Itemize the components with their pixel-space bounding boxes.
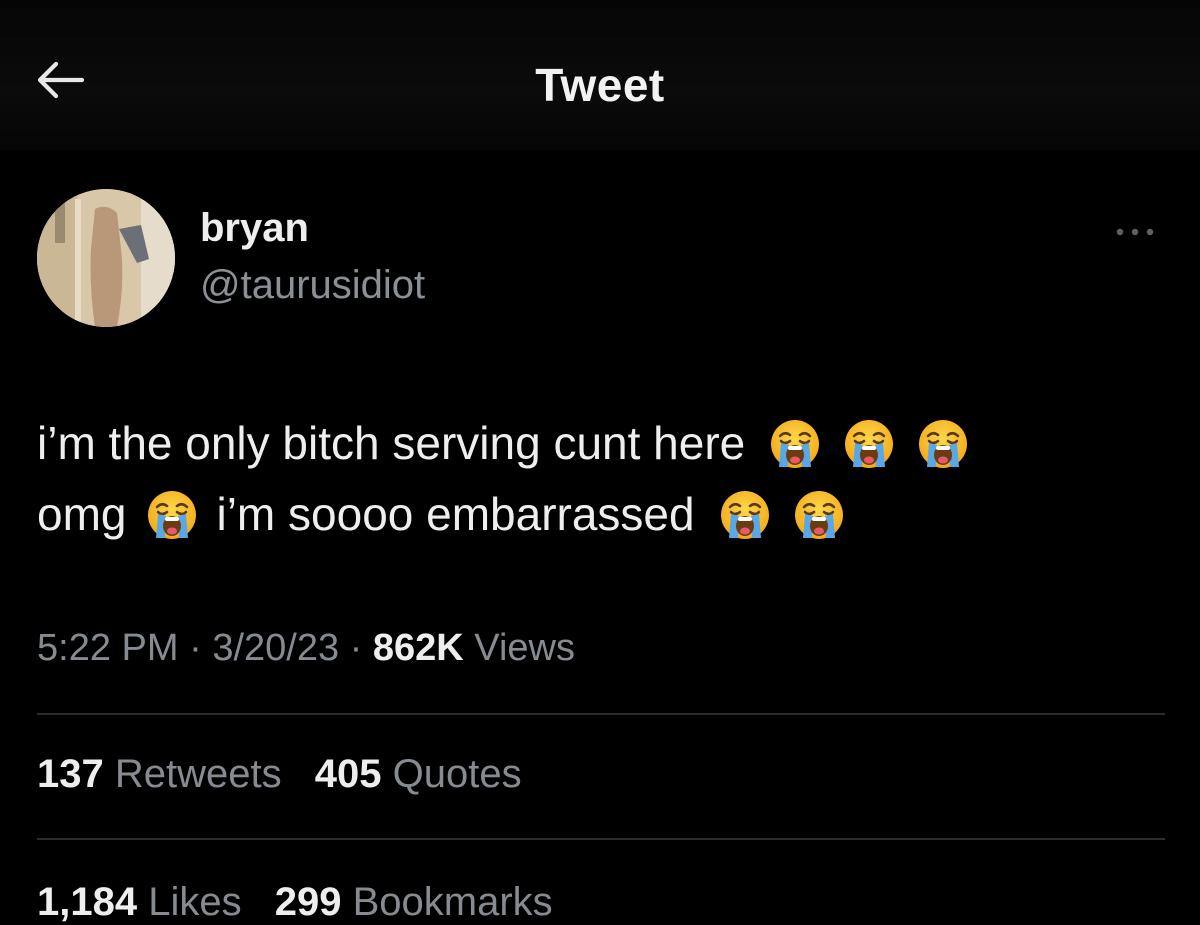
divider xyxy=(37,713,1165,715)
tweet-text-segment: i’m the only bitch serving cunt here xyxy=(37,417,746,469)
top-app-bar: Tweet xyxy=(0,0,1200,150)
tweet-text-segment: i’m soooo embarrassed xyxy=(216,488,695,540)
bookmarks-label: Bookmarks xyxy=(352,880,553,924)
display-name[interactable]: bryan xyxy=(200,206,309,251)
quotes-count: 405 xyxy=(314,752,382,796)
tweet-text-segment: omg xyxy=(37,488,127,540)
loudly-crying-face-emoji xyxy=(146,489,198,541)
retweets-count: 137 xyxy=(37,752,104,796)
retweets-label: Retweets xyxy=(114,752,282,796)
loudly-crying-face-emoji xyxy=(843,418,895,470)
likes-label: Likes xyxy=(148,880,242,924)
page-title: Tweet xyxy=(535,59,665,111)
retweets-stat[interactable]: 137 Retweets xyxy=(37,752,293,796)
avatar[interactable] xyxy=(37,189,175,327)
views-label: Views xyxy=(474,627,575,669)
avatar-photo xyxy=(37,189,175,327)
tweet-metadata: 5:22 PM · 3/20/23 · 862K Views xyxy=(37,627,575,670)
likes-stat[interactable]: 1,184 Likes xyxy=(37,880,253,924)
divider xyxy=(37,838,1165,840)
tweet-line: i’m the only bitch serving cunt here xyxy=(37,408,1147,479)
views-count: 862K xyxy=(372,627,464,669)
bookmarks-stat[interactable]: 299 Bookmarks xyxy=(275,880,553,924)
engagement-stats-row: 1,184 Likes 299 Bookmarks xyxy=(37,880,575,925)
loudly-crying-face-emoji xyxy=(793,489,845,541)
tweet-date[interactable]: 3/20/23 xyxy=(212,627,339,669)
tweet-line: omg i’m soooo embarrassed xyxy=(37,479,1147,550)
loudly-crying-face-emoji xyxy=(917,418,969,470)
quotes-label: Quotes xyxy=(392,752,522,796)
bookmarks-count: 299 xyxy=(274,880,342,924)
quotes-stat[interactable]: 405 Quotes xyxy=(315,752,522,796)
user-handle[interactable]: @taurusidiot xyxy=(200,263,425,308)
more-options-button[interactable] xyxy=(1110,220,1160,244)
tweet-time[interactable]: 5:22 PM xyxy=(37,627,179,669)
loudly-crying-face-emoji xyxy=(719,489,771,541)
meta-separator: · xyxy=(189,627,202,669)
loudly-crying-face-emoji xyxy=(769,418,821,470)
meta-separator: · xyxy=(349,627,363,669)
tweet-body: i’m the only bitch serving cunt here omg… xyxy=(37,408,1147,550)
engagement-stats-row: 137 Retweets 405 Quotes xyxy=(37,752,544,797)
more-dots-icon xyxy=(1116,228,1154,236)
likes-count: 1,184 xyxy=(37,880,138,924)
